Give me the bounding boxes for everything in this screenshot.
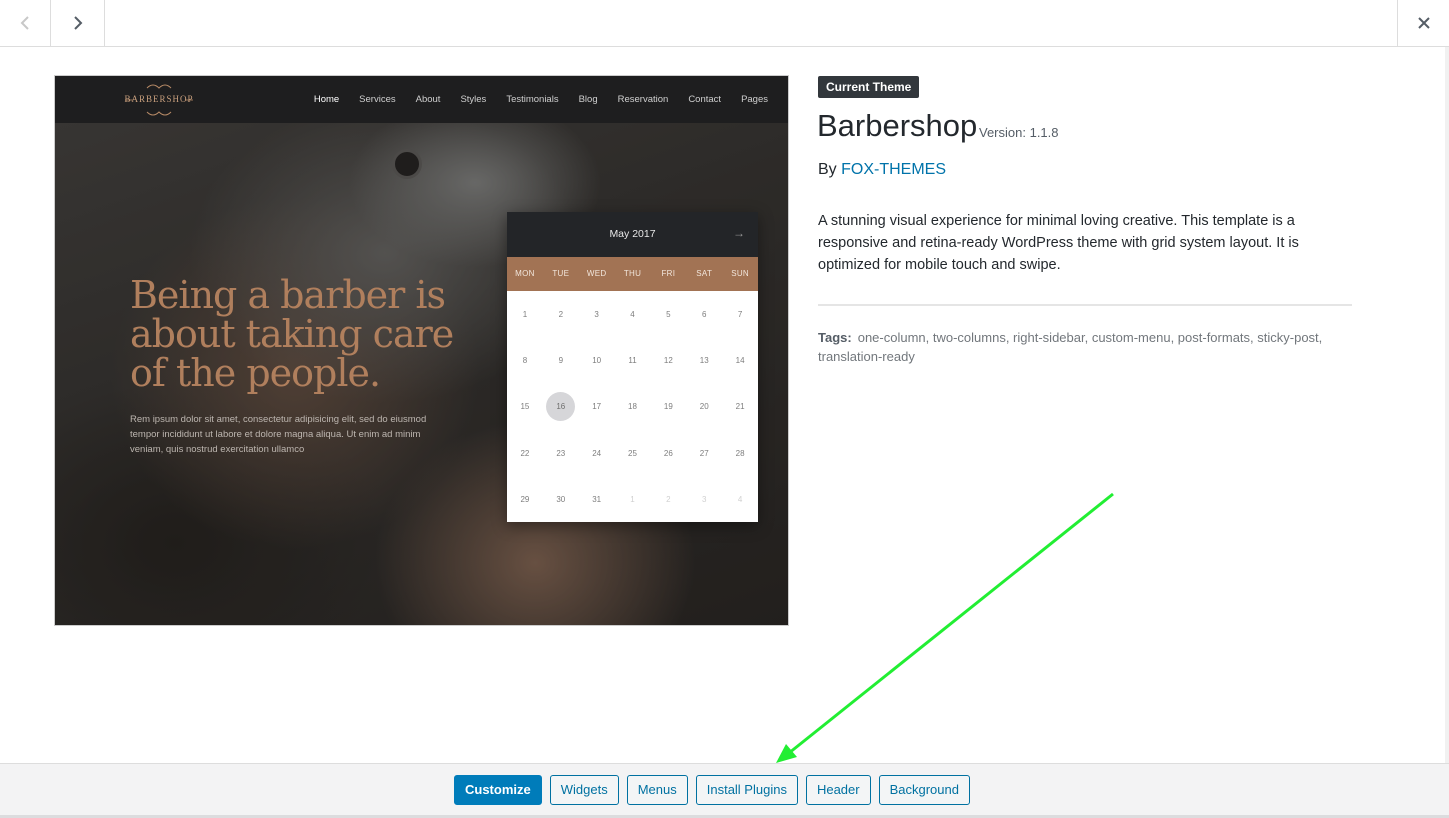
barbershop-logo: BARBERSHOP — [117, 80, 201, 120]
calendar-weekday: MON — [515, 269, 535, 278]
widgets-button[interactable]: Widgets — [549, 775, 619, 805]
menus-button[interactable]: Menus — [626, 775, 688, 805]
preview-menu-item-services: Services — [359, 94, 396, 105]
calendar-day: 24 — [592, 448, 602, 458]
calendar-weekday: WED — [586, 269, 607, 278]
calendar-day: 4 — [737, 495, 743, 505]
preview-menu-item-pages: Pages — [741, 94, 768, 105]
calendar-day: 1 — [522, 309, 528, 319]
customize-button[interactable]: Customize — [454, 775, 542, 805]
calendar-day: 27 — [699, 448, 709, 458]
shirt-button-graphic — [392, 149, 422, 179]
calendar-day: 2 — [558, 309, 564, 319]
calendar-day: 31 — [592, 495, 602, 505]
preview-navbar: BARBERSHOP Home Services About Styles Testim… — [55, 76, 788, 123]
tags-list: one-column, two-columns, right-sidebar, … — [818, 330, 1323, 364]
calendar-day: 13 — [699, 356, 709, 366]
theme-author: By FOX-THEMES — [818, 161, 946, 179]
calendar-header: May 2017 → — [507, 212, 758, 257]
preview-menu-item-reservation: Reservation — [617, 94, 669, 105]
calendar-day: 11 — [628, 356, 637, 366]
calendar-day: 1 — [630, 495, 635, 505]
previous-theme-button[interactable] — [0, 0, 51, 46]
calendar-day: 25 — [628, 448, 637, 458]
calendar-weekday: SAT — [696, 269, 713, 278]
preview-menu-item-home: Home — [313, 94, 340, 105]
calendar-day: 22 — [520, 448, 530, 458]
calendar-grid: 1 2 3 4 5 6 7 8 9 10 11 12 13 14 15 16 17 18 19 20 21 22 23 24 2… — [507, 291, 758, 522]
theme-description: A stunning visual experience for minimal… — [818, 213, 1299, 273]
divider — [818, 304, 1352, 306]
calendar-weekday: THU — [623, 269, 642, 278]
theme-name: Barbershop — [817, 108, 978, 143]
calendar-day: 29 — [520, 495, 530, 505]
author-prefix: By — [818, 161, 837, 178]
theme-tags: Tags: one-column, two-columns, right-side… — [818, 328, 1352, 366]
calendar-day: 12 — [663, 356, 673, 366]
calendar-day: 21 — [735, 402, 745, 412]
theme-actions: Customize Widgets Menus Install Plugins … — [454, 775, 970, 805]
calendar-day: 20 — [699, 402, 709, 412]
theme-screenshot: BARBERSHOP Home Services About Styles Testim… — [54, 75, 789, 626]
calendar-widget: May 2017 → MON TUE WED THU FRI SAT SUN 1234567… — [507, 212, 758, 522]
calendar-day: 5 — [666, 309, 671, 319]
chevron-left-icon — [20, 16, 29, 30]
calendar-weekdays: MON TUE WED THU FRI SAT SUN — [507, 257, 758, 291]
calendar-week: 1 2 3 4 5 6 7 — [507, 291, 758, 337]
calendar-day: 3 — [702, 495, 707, 505]
current-theme-badge: Current Theme — [818, 76, 920, 98]
calendar-week: 8 9 10 11 12 13 14 — [507, 337, 758, 383]
modal-header — [0, 0, 1449, 47]
calendar-day: 4 — [630, 309, 635, 319]
header-button[interactable]: Header — [805, 775, 871, 805]
tags-label: Tags: — [818, 330, 852, 345]
chevron-right-icon — [74, 16, 83, 30]
calendar-day: 15 — [520, 402, 530, 412]
preview-menu-item-styles: Styles — [460, 94, 487, 105]
background-button[interactable]: Background — [878, 775, 970, 805]
calendar-day: 6 — [702, 309, 707, 319]
logo-text: BARBERSHOP — [124, 94, 194, 104]
calendar-week: 29 30 31 1 2 3 4 — [507, 477, 758, 523]
hero-title: Being a barber is about taking care of t… — [130, 273, 454, 395]
scrollbar[interactable] — [1445, 47, 1449, 763]
calendar-day: 26 — [663, 448, 673, 458]
preview-menu-item-contact: Contact — [688, 94, 722, 105]
calendar-day: 19 — [663, 402, 673, 412]
calendar-day: 28 — [735, 448, 745, 458]
close-icon — [1417, 17, 1430, 29]
preview-menu-item-blog: Blog — [578, 94, 598, 105]
calendar-day: 30 — [556, 495, 566, 505]
calendar-day: 23 — [556, 448, 566, 458]
calendar-weekday: FRI — [661, 269, 676, 278]
calendar-day: 14 — [735, 356, 745, 366]
calendar-day: 10 — [592, 356, 602, 366]
author-link[interactable]: FOX-THEMES — [841, 161, 946, 178]
calendar-day: 9 — [558, 356, 564, 366]
calendar-day: 3 — [594, 309, 599, 319]
arrow-right-icon: → — [733, 226, 745, 240]
calendar-weekday: TUE — [552, 269, 570, 278]
preview-menu-item-testimonials: Testimonials — [506, 94, 559, 105]
calendar-day: 7 — [737, 309, 743, 319]
calendar-day: 16 — [543, 384, 579, 430]
preview-menu-item-about: About — [415, 94, 441, 105]
calendar-day: 17 — [592, 402, 602, 412]
close-button[interactable] — [1397, 0, 1449, 46]
calendar-day: 2 — [666, 495, 671, 505]
preview-menu: Home Services About Styles Testimonials Blog R… — [294, 76, 768, 123]
install-plugins-button[interactable]: Install Plugins — [695, 775, 798, 805]
calendar-week: 22 23 24 25 26 27 28 — [507, 430, 758, 476]
calendar-weekday: SUN — [731, 269, 749, 278]
theme-version: Version: 1.1.8 — [979, 125, 1059, 140]
calendar-month: May 2017 — [609, 228, 656, 240]
next-theme-button[interactable] — [52, 0, 105, 46]
calendar-day: 18 — [628, 402, 637, 412]
calendar-day: 8 — [522, 356, 528, 366]
calendar-week: 15 16 17 18 19 20 21 — [507, 384, 758, 430]
hero-text: Rem ipsum dolor sit amet, consectetur ad… — [130, 414, 427, 455]
